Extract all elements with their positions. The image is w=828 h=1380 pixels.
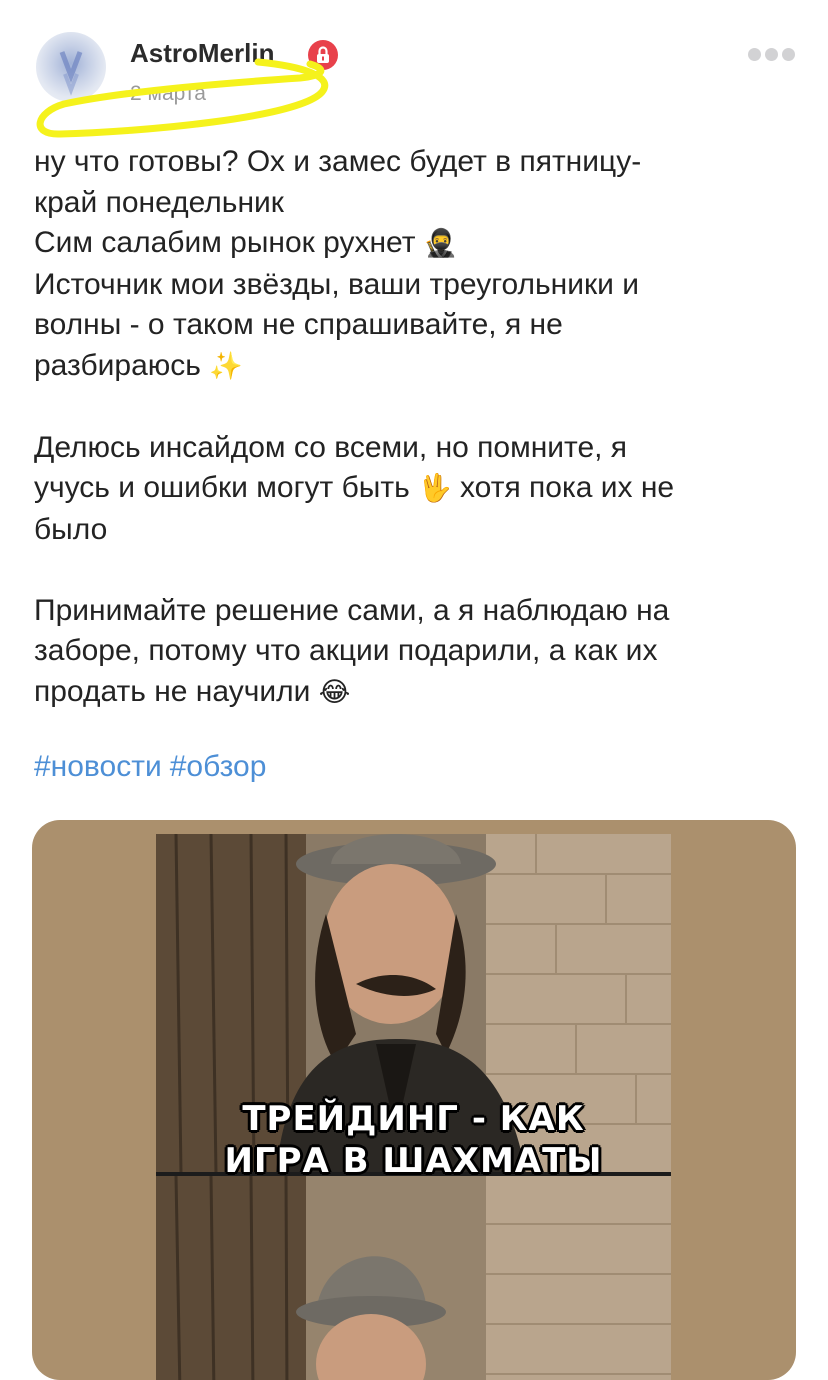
post-text: ну что готовы? Ох и замес будет в пятниц… — [34, 142, 794, 754]
laughing-emoji: 😂 — [318, 676, 351, 708]
meme-caption-line2: ИГРА В ШАХМАТЫ — [224, 1141, 603, 1181]
ninja-emoji: 🥷 — [423, 228, 458, 259]
post-header: AstroMerlin 2 марта — [0, 0, 828, 140]
more-icon[interactable] — [748, 48, 798, 66]
meme-image: ТРЕЙДИНГ - КАК ИГРА В ШАХМАТЫ — [156, 834, 671, 1380]
hashtag-news[interactable]: #новости — [34, 750, 162, 783]
sparkles-emoji: ✨ — [209, 350, 243, 382]
hashtags: #новости #обзор — [34, 750, 274, 784]
highlight-annotation — [36, 58, 328, 138]
post-image[interactable]: ТРЕЙДИНГ - КАК ИГРА В ШАХМАТЫ — [32, 820, 796, 1380]
meme-caption-line1: ТРЕЙДИНГ - КАК — [242, 1099, 585, 1139]
vulcan-salute-emoji: 🖖 — [418, 473, 452, 504]
paragraph-1: ну что готовы? Ох и замес будет в пятниц… — [34, 145, 642, 382]
paragraph-2: Делюсь инсайдом со всеми, но помните, я … — [34, 430, 675, 546]
hashtag-review[interactable]: #обзор — [170, 750, 267, 783]
paragraph-3: Принимайте решение сами, а я наблюдаю на… — [34, 593, 670, 708]
